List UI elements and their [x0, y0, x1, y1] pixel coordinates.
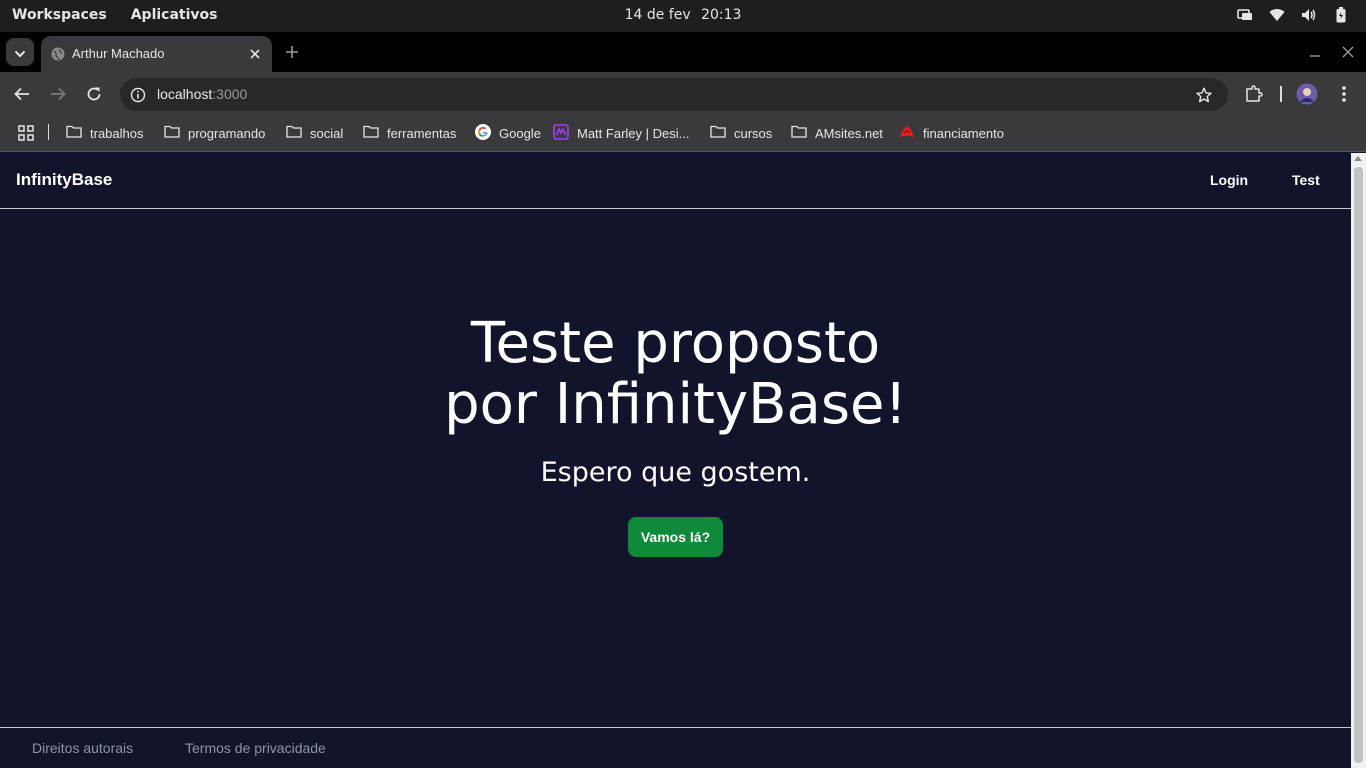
footer-copyright-link[interactable]: Direitos autorais: [32, 740, 133, 756]
new-tab-icon[interactable]: [282, 42, 302, 62]
chevron-down-icon: [14, 43, 26, 62]
cta-button[interactable]: Vamos lá?: [628, 517, 723, 557]
url-text[interactable]: localhost:3000: [157, 86, 247, 102]
minimize-icon[interactable]: [1305, 42, 1325, 62]
address-bar[interactable]: localhost:3000: [120, 78, 1228, 111]
web-page: InfinityBase Login Test Teste proposto p…: [0, 153, 1351, 768]
bookmark-social[interactable]: social: [286, 124, 343, 142]
bank-icon: [899, 125, 915, 142]
globe-icon: [51, 47, 65, 61]
tab-title: Arthur Machado: [72, 46, 165, 61]
battery-icon[interactable]: [1332, 6, 1350, 24]
bookmark-programando[interactable]: programando: [164, 124, 265, 142]
close-window-icon[interactable]: [1338, 42, 1358, 62]
site-icon: [553, 123, 569, 143]
bookmark-label: trabalhos: [90, 125, 144, 141]
bookmark-trabalhos[interactable]: trabalhos: [66, 124, 143, 142]
url-port: :3000: [212, 86, 248, 102]
folder-icon: [710, 125, 726, 141]
bookmark-cursos[interactable]: cursos: [710, 124, 772, 142]
hero-subtitle: Espero que gostem.: [540, 457, 811, 488]
bookmark-label: Google: [499, 125, 541, 141]
bookmark-ferramentas[interactable]: ferramentas: [363, 124, 456, 142]
folder-icon: [286, 125, 302, 141]
clock[interactable]: 14 de fev 20:13: [0, 7, 1366, 23]
tab-strip: Arthur Machado: [0, 32, 1366, 72]
tab-active[interactable]: Arthur Machado: [41, 36, 272, 72]
site-header: InfinityBase Login Test: [0, 153, 1351, 209]
bookmark-label: social: [310, 125, 344, 141]
wifi-icon[interactable]: [1268, 6, 1286, 24]
browser-toolbar: localhost:3000: [0, 72, 1366, 116]
profile-avatar[interactable]: [1295, 82, 1319, 106]
apps-grid-icon[interactable]: [18, 124, 34, 142]
hero-title-line-1: Teste proposto: [470, 311, 881, 376]
bookmark-amsites[interactable]: AMsites.net: [791, 124, 883, 142]
reload-icon[interactable]: [82, 82, 106, 106]
bookmark-label: programando: [188, 125, 266, 141]
scroll-up-arrow-icon[interactable]: [1354, 156, 1362, 161]
site-footer: Direitos autorais Termos de privacidade: [0, 727, 1351, 768]
bookmark-label: cursos: [734, 125, 773, 141]
bookmark-financiamento[interactable]: financiamento: [899, 124, 1004, 142]
google-icon: [475, 123, 491, 143]
date-label: 14 de fev: [624, 7, 691, 23]
display-icon[interactable]: [1236, 6, 1254, 24]
bookmarks-divider: [48, 124, 49, 140]
more-menu-icon[interactable]: [1332, 82, 1356, 106]
url-host: localhost: [157, 86, 213, 102]
nav-test-link[interactable]: Test: [1292, 172, 1320, 188]
extensions-icon[interactable]: [1242, 82, 1266, 106]
bookmark-label: ferramentas: [387, 125, 457, 141]
folder-icon: [66, 125, 82, 141]
bookmark-matt-farley[interactable]: Matt Farley | Desi...: [553, 123, 690, 143]
footer-privacy-link[interactable]: Termos de privacidade: [185, 740, 326, 756]
bookmark-label: AMsites.net: [815, 125, 883, 141]
page-scrollbar[interactable]: [1351, 153, 1366, 768]
volume-icon[interactable]: [1300, 6, 1318, 24]
time-label: 20:13: [701, 7, 742, 23]
forward-icon[interactable]: [46, 82, 70, 106]
bookmark-label: Matt Farley | Desi...: [577, 125, 690, 141]
close-tab-icon[interactable]: [246, 45, 264, 63]
bookmark-label: financiamento: [923, 125, 1004, 141]
bookmarks-bar: trabalhos programando social ferramentas…: [0, 116, 1366, 152]
hero-title-line-2: por InfinityBase!: [444, 372, 907, 437]
folder-icon: [164, 125, 180, 141]
brand-logo[interactable]: InfinityBase: [16, 170, 112, 190]
folder-icon: [363, 125, 379, 141]
folder-icon: [791, 125, 807, 141]
toolbar-divider: [1280, 86, 1282, 102]
bookmark-star-icon[interactable]: [1194, 85, 1214, 105]
hero-title: Teste proposto por InfinityBase!: [0, 313, 1351, 435]
os-top-bar: Workspaces Aplicativos 14 de fev 20:13: [0, 0, 1366, 32]
site-info-icon[interactable]: [128, 85, 148, 105]
tab-search-button[interactable]: [6, 38, 34, 66]
scroll-thumb[interactable]: [1354, 167, 1363, 763]
bookmark-google[interactable]: Google: [475, 123, 541, 143]
nav-login-link[interactable]: Login: [1210, 172, 1248, 188]
back-icon[interactable]: [10, 82, 34, 106]
